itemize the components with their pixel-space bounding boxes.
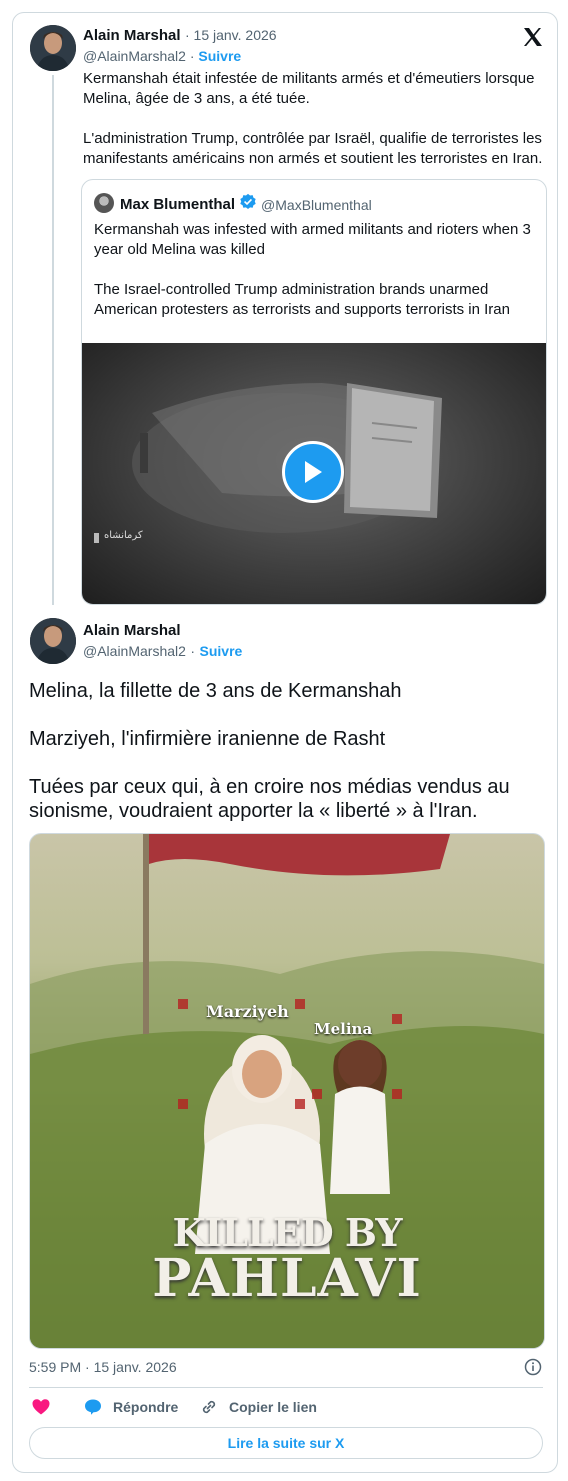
video-watermark: کرمانشاه: [104, 530, 143, 541]
play-button[interactable]: [282, 441, 344, 503]
like-heart-icon[interactable]: [31, 1397, 51, 1420]
reply-label: Répondre: [113, 1399, 179, 1415]
author-handle[interactable]: @AlainMarshal2: [83, 643, 186, 659]
avatar[interactable]: [30, 618, 76, 664]
quoted-author-name[interactable]: Max Blumenthal: [120, 196, 235, 213]
play-icon: [305, 461, 322, 483]
poster-headline-line2: PAHLAVI: [152, 1248, 422, 1309]
follow-button[interactable]: Suivre: [200, 643, 243, 659]
separator-dot: ·: [189, 48, 195, 64]
reply-bubble-icon: [85, 1399, 101, 1415]
x-logo-icon[interactable]: [521, 25, 545, 56]
tweet-text: Melina, la fillette de 3 ans de Kermansh…: [29, 680, 510, 822]
author-handle[interactable]: @AlainMarshal2: [83, 48, 186, 64]
quoted-tweet-text: Kermanshah was infested with armed milit…: [94, 221, 531, 318]
video-thumbnail[interactable]: کرمانشاه: [82, 343, 546, 604]
author-name[interactable]: Alain Marshal: [83, 27, 181, 44]
quoted-avatar[interactable]: [94, 193, 114, 213]
verified-badge-icon: [239, 193, 257, 216]
thread-line: [52, 75, 54, 605]
author-name[interactable]: Alain Marshal: [83, 622, 181, 639]
tweet-text: Kermanshah était infestée de militants a…: [83, 70, 543, 167]
separator-dot: ·: [190, 643, 196, 659]
poster-image[interactable]: Marziyeh Melina KILLED BY PAHLAVI: [29, 833, 545, 1349]
quoted-author-handle[interactable]: @MaxBlumenthal: [261, 197, 372, 213]
embedded-tweet-card: Alain Marshal · 15 janv. 2026 @AlainMars…: [12, 12, 558, 1473]
link-icon: [202, 1400, 216, 1414]
avatar[interactable]: [30, 25, 76, 71]
poster-label-marziyeh: Marziyeh: [206, 1002, 289, 1021]
poster-label-melina: Melina: [314, 1020, 373, 1038]
read-more-button[interactable]: Lire la suite sur X: [29, 1427, 543, 1459]
quoted-tweet[interactable]: Max Blumenthal @MaxBlumenthal Kermanshah…: [81, 179, 547, 605]
tweet-timestamp[interactable]: 5:59 PM · 15 janv. 2026: [29, 1359, 177, 1375]
follow-button[interactable]: Suivre: [198, 48, 241, 64]
copy-link-label: Copier le lien: [229, 1399, 317, 1415]
tweet-date[interactable]: · 15 janv. 2026: [185, 27, 277, 43]
divider: [29, 1387, 543, 1388]
copy-link-button[interactable]: Copier le lien: [199, 1397, 317, 1417]
info-icon[interactable]: [524, 1358, 542, 1381]
reply-button[interactable]: Répondre: [83, 1397, 178, 1417]
